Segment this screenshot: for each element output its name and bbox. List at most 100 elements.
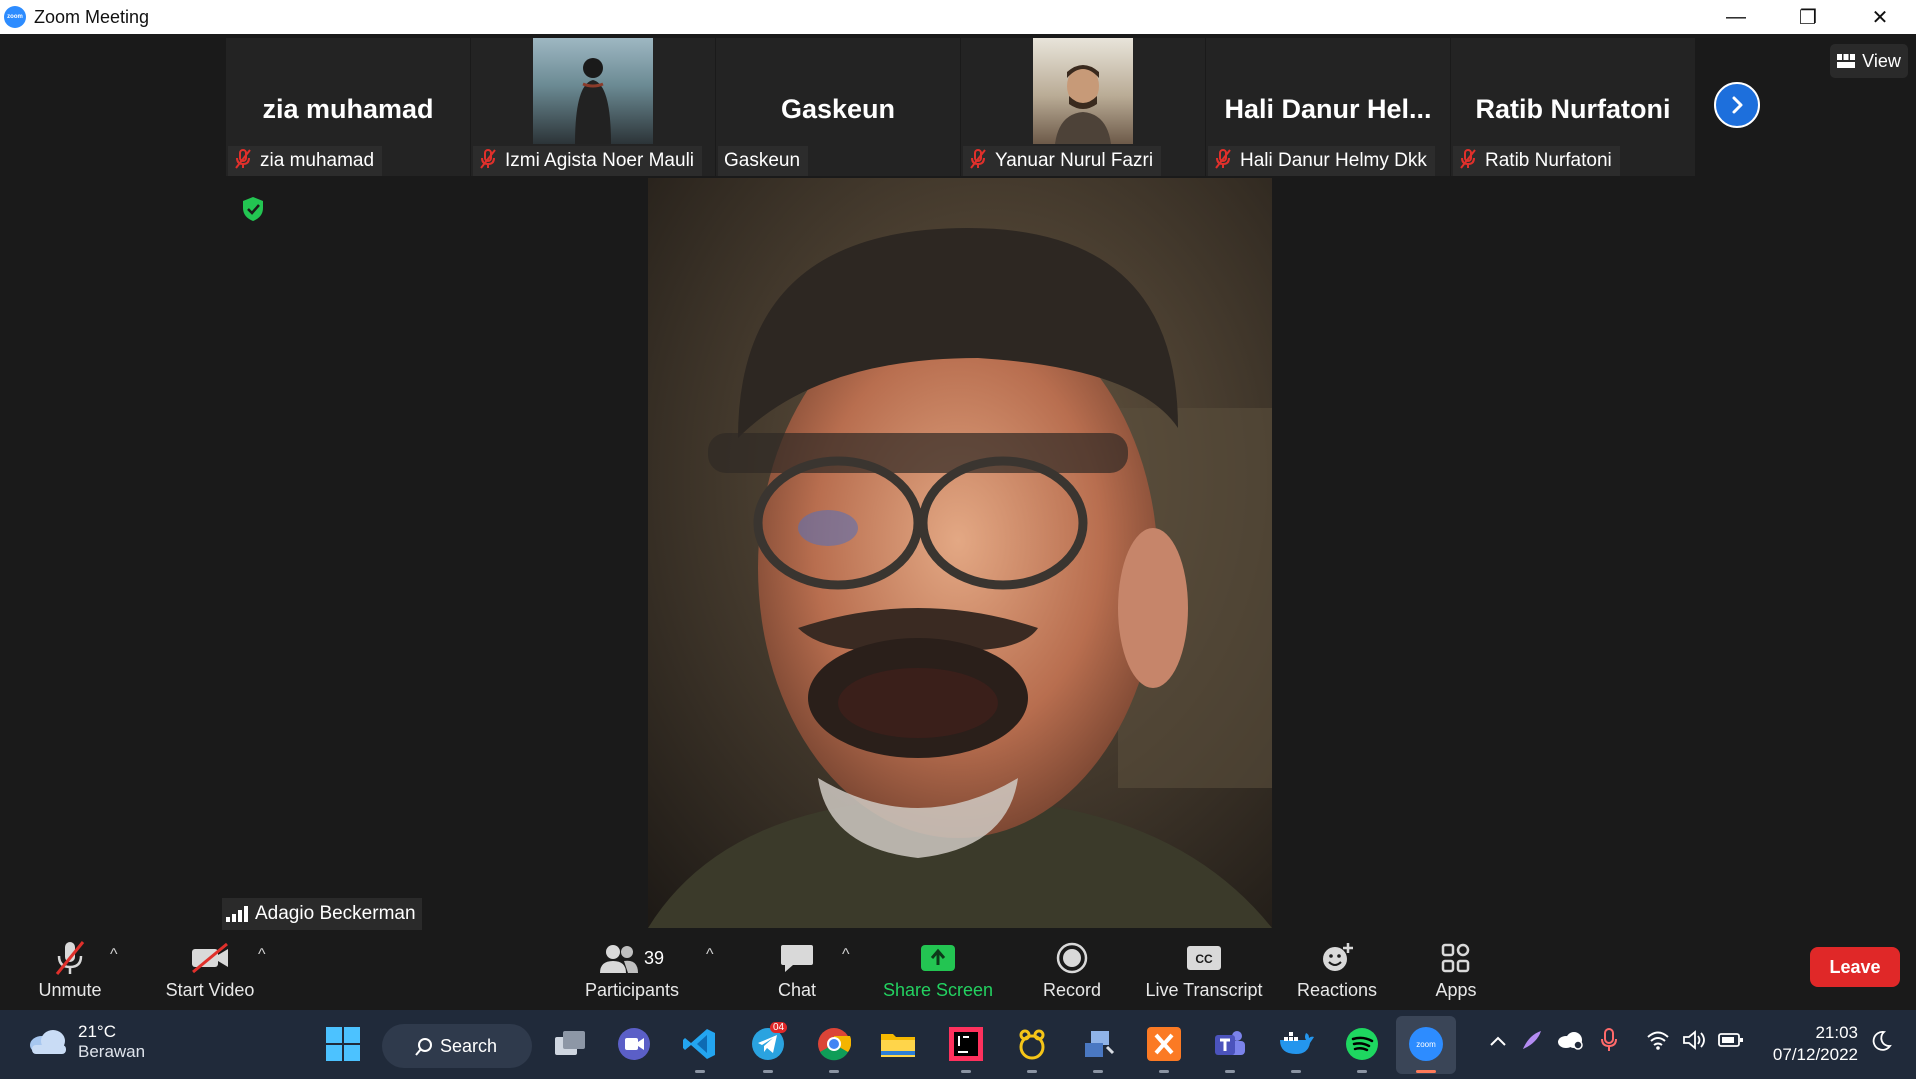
live-transcript-label: Live Transcript [1145, 980, 1263, 1000]
participant-tile[interactable]: Yanuar Nurul Fazri [961, 38, 1205, 176]
participant-big-name: zia muhamad [262, 94, 434, 124]
taskbar-app-chrome[interactable] [814, 1024, 854, 1073]
record-button[interactable]: Record [1035, 934, 1109, 1010]
weather-temp: 21°C [78, 1022, 116, 1041]
taskbar-app-file-explorer[interactable] [878, 1024, 918, 1064]
chat-button[interactable]: Chat [770, 934, 824, 1010]
share-screen-icon [921, 945, 955, 971]
task-view-icon [555, 1031, 585, 1055]
participants-label: Participants [584, 980, 680, 1000]
tray-battery-button[interactable] [1718, 1032, 1744, 1053]
participant-tile[interactable]: Hali Danur Hel... Hali Danur Helmy Dkk [1206, 38, 1450, 176]
active-speaker-name: Adagio Beckerman [255, 903, 416, 924]
participant-name-tag: Yanuar Nurul Fazri [963, 146, 1162, 176]
participant-name-tag: Hali Danur Helmy Dkk [1208, 146, 1435, 176]
start-video-button[interactable]: Start Video [155, 934, 265, 1010]
close-button[interactable]: ✕ [1844, 0, 1916, 34]
taskbar-app-paws[interactable] [1012, 1024, 1052, 1073]
folder-icon [881, 1034, 915, 1057]
taskbar-app-xampp[interactable] [1144, 1024, 1184, 1073]
tray-pen-button[interactable] [1520, 1028, 1544, 1057]
os-taskbar: 21°C Berawan Search 04 zoom 21:03 07/12/… [0, 1010, 1916, 1079]
participants-options-caret[interactable]: ^ [706, 946, 714, 964]
participant-tile[interactable]: Gaskeun Gaskeun [716, 38, 960, 176]
restore-button[interactable]: ❐ [1772, 0, 1844, 34]
video-camera-app-icon [618, 1028, 650, 1060]
tray-overflow-button[interactable] [1488, 1032, 1508, 1053]
reactions-icon [1323, 943, 1353, 971]
unmute-button[interactable]: Unmute [30, 934, 110, 1010]
start-button[interactable] [323, 1024, 363, 1064]
participant-tile[interactable]: Ratib Nurfatoni Ratib Nurfatoni [1451, 38, 1695, 176]
taskbar-app-intellij[interactable] [946, 1024, 986, 1073]
record-icon [1056, 942, 1088, 974]
video-options-caret[interactable]: ^ [258, 946, 266, 964]
participant-strip: zia muhamad zia muhamad Izmi Agista Noer… [226, 38, 1696, 176]
security-shield-icon[interactable] [238, 194, 268, 224]
participant-big-name: Ratib Nurfatoni [1475, 94, 1671, 124]
participant-name: Yanuar Nurul Fazri [995, 150, 1154, 171]
view-button[interactable]: View [1830, 44, 1908, 78]
taskbar-app-teams[interactable] [1210, 1024, 1250, 1073]
participant-tile[interactable]: Izmi Agista Noer Mauli [471, 38, 715, 176]
mic-muted-icon [969, 148, 987, 174]
spotify-icon [1346, 1028, 1378, 1060]
taskbar-app-network-tool[interactable] [1078, 1024, 1118, 1073]
audio-options-caret[interactable]: ^ [110, 946, 118, 964]
taskbar-app-docker[interactable] [1276, 1024, 1316, 1073]
participant-name-tag: Izmi Agista Noer Mauli [473, 146, 703, 176]
tray-cloud-button[interactable] [1556, 1030, 1584, 1055]
tray-mic-button[interactable] [1600, 1028, 1618, 1057]
reactions-label: Reactions [1296, 980, 1378, 1000]
participant-video [1033, 38, 1133, 144]
clock-date: 07/12/2022 [1772, 1045, 1858, 1064]
chat-options-caret[interactable]: ^ [842, 946, 850, 964]
video-off-icon [192, 943, 228, 973]
chrome-icon [818, 1028, 851, 1061]
participant-name: Gaskeun [724, 150, 801, 171]
mic-muted-icon [234, 148, 252, 174]
tray-wifi-button[interactable] [1646, 1030, 1670, 1055]
zoom-app-icon: zoom [1409, 1027, 1443, 1061]
task-view-button[interactable] [550, 1024, 590, 1064]
teams-icon [1215, 1031, 1245, 1055]
reactions-button[interactable]: Reactions [1294, 934, 1380, 1010]
participants-icon [599, 945, 638, 973]
participant-name-tag: zia muhamad [228, 146, 383, 176]
share-screen-label: Share Screen [882, 980, 994, 1000]
telegram-badge: 04 [770, 1022, 788, 1033]
apps-button[interactable]: Apps [1428, 934, 1484, 1010]
taskbar-app-zoom[interactable]: zoom [1406, 1024, 1446, 1073]
next-page-button[interactable] [1714, 82, 1760, 128]
clock-time: 21:03 [1815, 1023, 1858, 1042]
search-icon [415, 1038, 432, 1056]
taskbar-search[interactable]: Search [382, 1024, 532, 1068]
participant-big-name: Gaskeun [780, 94, 896, 124]
view-label: View [1862, 50, 1901, 71]
taskbar-app-vscode[interactable] [680, 1024, 720, 1073]
participant-tile[interactable]: zia muhamad zia muhamad [226, 38, 470, 176]
docker-icon [1280, 1032, 1314, 1054]
focus-moon-button[interactable] [1870, 1030, 1892, 1057]
chevron-up-icon [1490, 1036, 1506, 1046]
mic-off-icon [55, 941, 85, 975]
participant-video [533, 38, 653, 144]
participants-count: 39 [643, 947, 665, 968]
wifi-icon [1647, 1031, 1669, 1050]
meeting-toolbar: Unmute ^ Start Video ^ 39 Participants ^… [0, 934, 1916, 1010]
weather-widget[interactable]: 21°C Berawan [28, 1022, 145, 1062]
closed-captions-icon: CC [1187, 946, 1221, 970]
live-transcript-button[interactable]: CC Live Transcript [1142, 934, 1266, 1010]
share-screen-button[interactable]: Share Screen [882, 934, 994, 1010]
leave-button[interactable]: Leave [1810, 947, 1900, 987]
microphone-icon [1601, 1028, 1617, 1051]
minimize-button[interactable]: — [1700, 0, 1772, 34]
tray-volume-button[interactable] [1682, 1030, 1708, 1055]
taskbar-app-camera[interactable] [614, 1024, 654, 1064]
system-clock[interactable]: 21:03 07/12/2022 [1762, 1022, 1858, 1066]
taskbar-app-telegram[interactable]: 04 [748, 1022, 788, 1073]
mic-muted-icon [479, 148, 497, 174]
xampp-icon [1147, 1027, 1181, 1061]
taskbar-app-spotify[interactable] [1342, 1024, 1382, 1073]
participants-button[interactable]: 39 Participants [580, 934, 684, 1010]
